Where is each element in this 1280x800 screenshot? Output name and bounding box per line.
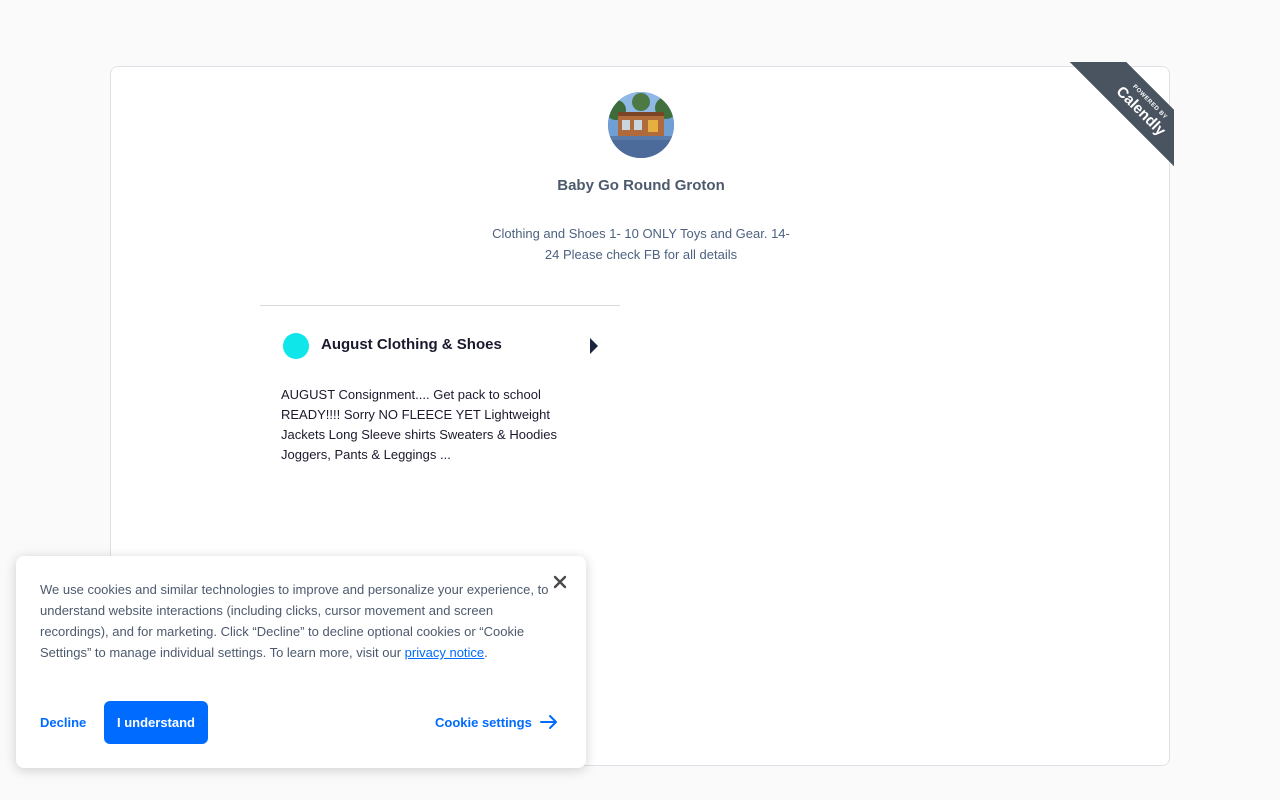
cookie-banner: We use cookies and similar technologies … <box>16 556 586 768</box>
cookie-text-end: . <box>484 645 488 660</box>
cookie-settings-label: Cookie settings <box>435 714 532 730</box>
powered-by-calendly-badge[interactable]: POWERED BY Calendly <box>1069 62 1174 167</box>
privacy-notice-link[interactable]: privacy notice <box>405 645 484 660</box>
event-description: AUGUST Consignment.... Get pack to schoo… <box>281 387 558 462</box>
cookie-message: We use cookies and similar technologies … <box>40 579 560 663</box>
calendly-ribbon[interactable]: POWERED BY Calendly <box>1069 62 1174 167</box>
event-color-dot <box>283 333 309 359</box>
organization-name: Baby Go Round Groton <box>557 177 725 194</box>
organization-avatar <box>608 92 674 158</box>
event-title: August Clothing & Shoes <box>321 336 502 353</box>
event-type-august-clothing-shoes[interactable]: August Clothing & Shoes AUGUST Consignme… <box>260 319 620 479</box>
arrow-right-icon <box>539 715 557 729</box>
chevron-right-icon <box>590 338 598 354</box>
decline-button[interactable]: Decline <box>40 701 86 743</box>
storefront-photo-icon <box>608 92 674 158</box>
divider <box>260 305 620 306</box>
organization-description: Clothing and Shoes 1- 10 ONLY Toys and G… <box>492 226 790 262</box>
cookie-settings-button[interactable]: Cookie settings <box>435 701 558 743</box>
accept-cookies-button[interactable]: I understand <box>104 701 208 744</box>
